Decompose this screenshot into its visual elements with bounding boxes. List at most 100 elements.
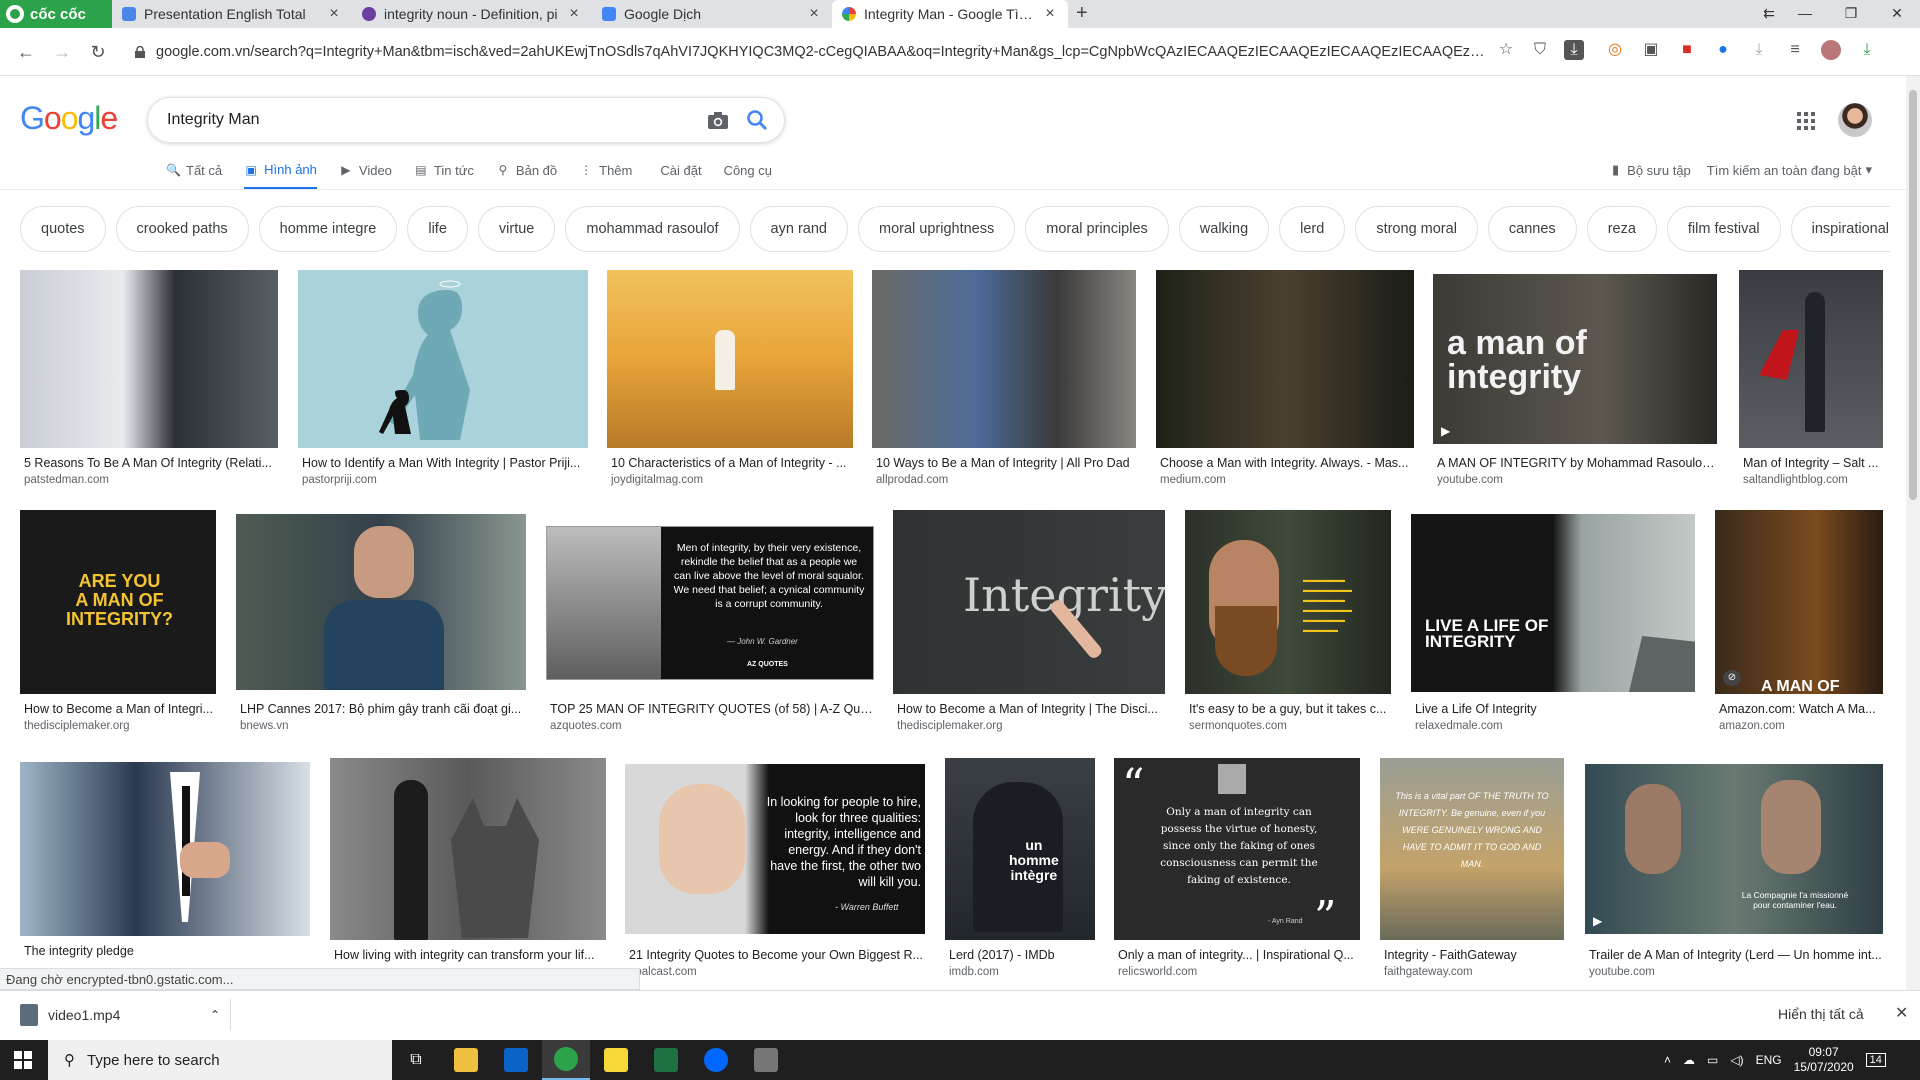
back-icon[interactable]: ← xyxy=(14,40,38,64)
cloud-icon[interactable]: ☁ xyxy=(1683,1053,1695,1067)
result-caption[interactable]: A MAN OF INTEGRITY by Mohammad Rasoulof … xyxy=(1437,456,1717,470)
tab-integrity-man-search[interactable]: Integrity Man - Google Tìm ki × xyxy=(832,0,1068,28)
result-thumbnail[interactable]: ▬▬▬▬▬▬ ▬▬▬▬▬▬▬ ▬▬▬▬▬▬ ▬▬▬▬▬▬▬ ▬▬▬▬▬▬ ▬▬▬▬▬ xyxy=(1185,510,1391,694)
chevron-up-icon[interactable]: ˄ xyxy=(1664,1053,1671,1067)
result-source[interactable]: relaxedmale.com xyxy=(1415,720,1695,732)
search-icon[interactable] xyxy=(746,109,768,131)
result-thumbnail[interactable]: ARE YOU A MAN OF INTEGRITY? xyxy=(20,510,216,694)
result-thumbnail[interactable]: This is a vital part OF THE TRUTH TO INT… xyxy=(1380,758,1564,940)
result-source[interactable]: imdb.com xyxy=(949,966,1095,978)
chip[interactable]: virtue xyxy=(477,206,556,252)
maximize-window-icon[interactable]: ❐ xyxy=(1828,0,1874,28)
result-source[interactable]: goalcast.com xyxy=(629,966,925,978)
result-thumbnail[interactable]: In looking for people to hire, look for … xyxy=(625,764,925,934)
tab-presentation[interactable]: Presentation English Total × xyxy=(112,0,352,28)
chip[interactable]: inspirational quotes xyxy=(1790,206,1890,252)
sticky-notes-icon[interactable] xyxy=(592,1040,640,1080)
tab-google-translate[interactable]: Google Dịch × xyxy=(592,0,832,28)
result-source[interactable]: thedisciplemaker.org xyxy=(24,720,216,732)
image-result[interactable]: Man of Integrity – Salt ... saltandlight… xyxy=(1739,270,1883,492)
download-item[interactable]: video1.mp4 ⌃ xyxy=(20,1001,220,1029)
image-result[interactable]: a man of integrity ▶ A MAN OF INTEGRITY … xyxy=(1433,274,1717,492)
image-result[interactable]: “ Only a man of integrity can possess th… xyxy=(1114,758,1360,982)
result-thumbnail[interactable]: Men of integrity, by their very existenc… xyxy=(546,526,874,680)
task-view-icon[interactable]: ⧉ xyxy=(392,1040,440,1080)
image-result[interactable]: LHP Cannes 2017: Bộ phim gây tranh cãi đ… xyxy=(236,514,526,736)
minimize-window-icon[interactable]: — xyxy=(1782,0,1828,28)
result-caption[interactable]: Integrity - FaithGateway xyxy=(1384,948,1564,962)
extension-circle-icon[interactable]: ◎ xyxy=(1605,40,1625,60)
result-thumbnail[interactable]: “ Only a man of integrity can possess th… xyxy=(1114,758,1360,940)
result-caption[interactable]: Only a man of integrity... | Inspiration… xyxy=(1118,948,1360,962)
reload-icon[interactable]: ↻ xyxy=(86,40,110,64)
chip[interactable]: reza xyxy=(1586,206,1657,252)
chip[interactable]: strong moral xyxy=(1355,206,1478,252)
chip[interactable]: crooked paths xyxy=(115,206,249,252)
outlook-icon[interactable] xyxy=(492,1040,540,1080)
image-result[interactable]: ▬▬▬▬▬▬ ▬▬▬▬▬▬▬ ▬▬▬▬▬▬ ▬▬▬▬▬▬▬ ▬▬▬▬▬▬ ▬▬▬▬▬ It… xyxy=(1185,510,1391,736)
close-window-icon[interactable]: ✕ xyxy=(1874,0,1920,28)
result-thumbnail[interactable]: a man of integrity ▶ xyxy=(1433,274,1717,444)
result-source[interactable]: bnews.vn xyxy=(240,720,526,732)
bookmark-star-icon[interactable]: ☆ xyxy=(1496,40,1516,60)
browser-brand[interactable]: cốc cốc xyxy=(0,0,112,28)
result-caption[interactable]: How to Become a Man of Integrity | The D… xyxy=(897,702,1165,716)
result-thumbnail[interactable] xyxy=(1739,270,1883,448)
result-source[interactable]: youtube.com xyxy=(1589,966,1883,978)
image-result[interactable]: La Compagnie l'a missionné pour contamin… xyxy=(1585,764,1883,982)
result-caption[interactable]: Live a Life Of Integrity xyxy=(1415,702,1695,716)
image-result[interactable]: A MAN OF ⊘ Amazon.com: Watch A Ma... ama… xyxy=(1715,510,1883,736)
result-source[interactable]: medium.com xyxy=(1160,474,1414,486)
image-result[interactable]: How living with integrity can transform … xyxy=(330,758,606,968)
chip[interactable]: film festival xyxy=(1666,206,1781,252)
clock[interactable]: 09:07 15/07/2020 xyxy=(1794,1045,1854,1075)
excel-icon[interactable] xyxy=(642,1040,690,1080)
chip[interactable]: moral principles xyxy=(1025,206,1169,252)
download-icon[interactable]: ⤓ xyxy=(1564,40,1584,60)
network-icon[interactable]: ▭ xyxy=(1707,1053,1718,1067)
result-source[interactable]: youtube.com xyxy=(1437,474,1717,486)
result-source[interactable]: saltandlightblog.com xyxy=(1743,474,1883,486)
camera-icon[interactable] xyxy=(707,110,729,130)
chip[interactable]: mohammad rasoulof xyxy=(565,206,740,252)
address-bar[interactable]: google.com.vn/search?q=Integrity+Man&tbm… xyxy=(130,36,1488,68)
result-source[interactable]: joydigitalmag.com xyxy=(611,474,853,486)
tab-more[interactable]: ⋮ Thêm xyxy=(579,158,632,182)
result-source[interactable]: sermonquotes.com xyxy=(1189,720,1391,732)
result-caption[interactable]: How living with integrity can transform … xyxy=(334,948,606,962)
result-caption[interactable]: How to Identify a Man With Integrity | P… xyxy=(302,456,588,470)
show-all-downloads-link[interactable]: Hiển thị tất cả xyxy=(1778,1006,1864,1022)
collections-link[interactable]: ▮ Bộ sưu tập xyxy=(1612,162,1691,178)
playlist-icon[interactable]: ≡ xyxy=(1785,40,1805,60)
result-source[interactable]: faithgateway.com xyxy=(1384,966,1564,978)
tab-settings[interactable]: Cài đặt xyxy=(660,158,701,182)
image-result[interactable]: The integrity pledge xyxy=(20,762,310,968)
taskbar-search[interactable]: ⚲ Type here to search xyxy=(48,1040,392,1080)
volume-icon[interactable]: ◁) xyxy=(1730,1053,1743,1067)
result-caption[interactable]: 10 Characteristics of a Man of Integrity… xyxy=(611,456,853,470)
result-thumbnail[interactable] xyxy=(20,762,310,936)
close-tab-icon[interactable]: × xyxy=(566,5,582,23)
result-thumbnail[interactable] xyxy=(298,270,588,448)
file-explorer-icon[interactable] xyxy=(442,1040,490,1080)
chip[interactable]: ayn rand xyxy=(749,206,848,252)
scrollbar-thumb[interactable] xyxy=(1909,90,1917,500)
google-apps-icon[interactable] xyxy=(1796,111,1816,131)
tab-news[interactable]: ▤ Tin tức xyxy=(414,158,474,182)
result-caption[interactable]: How to Become a Man of Integri... xyxy=(24,702,216,716)
image-result[interactable]: LIVE A LIFE OF INTEGRITY Live a Life Of … xyxy=(1411,514,1695,736)
result-thumbnail[interactable] xyxy=(236,514,526,690)
result-caption[interactable]: 10 Ways to Be a Man of Integrity | All P… xyxy=(876,456,1136,470)
new-tab-icon[interactable]: + xyxy=(1076,2,1088,25)
image-result[interactable]: Integrity How to Become a Man of Integri… xyxy=(893,510,1165,736)
close-tab-icon[interactable]: × xyxy=(326,5,342,23)
windows-start-icon[interactable] xyxy=(14,1051,32,1069)
result-source[interactable]: amazon.com xyxy=(1719,720,1883,732)
profile-avatar-icon[interactable] xyxy=(1821,40,1841,60)
result-source[interactable]: relicsworld.com xyxy=(1118,966,1360,978)
result-caption[interactable]: Man of Integrity – Salt ... xyxy=(1743,456,1883,470)
tab-integrity-definition[interactable]: integrity noun - Definition, pi × xyxy=(352,0,592,28)
result-thumbnail[interactable] xyxy=(872,270,1136,448)
chevron-up-icon[interactable]: ⌃ xyxy=(210,1008,220,1022)
tab-maps[interactable]: ⚲ Bản đồ xyxy=(496,158,558,182)
